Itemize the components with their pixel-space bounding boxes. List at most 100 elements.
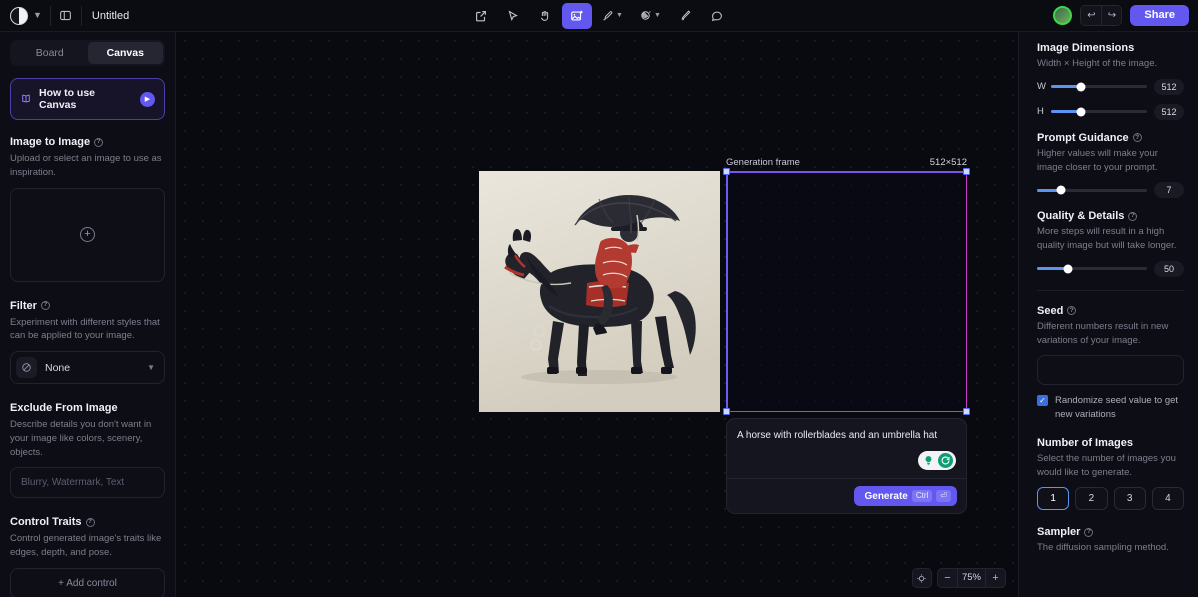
randomize-seed-label: Randomize seed value to get new variatio…	[1055, 395, 1179, 420]
chevron-down-icon: ▼	[616, 12, 623, 19]
app-menu-button[interactable]: ▼	[0, 0, 50, 31]
resize-handle-top-right[interactable]	[963, 168, 970, 175]
prompt-guidance-title: Prompt Guidance ?	[1037, 132, 1184, 144]
prompt-guidance-slider[interactable]	[1037, 185, 1147, 195]
how-to-use-canvas-banner[interactable]: How to use Canvas ▶	[10, 78, 165, 120]
info-icon-sampler[interactable]: ?	[1084, 527, 1094, 537]
history-controls: ↩ ↪	[1080, 5, 1123, 26]
width-slider-row: W 512	[1037, 78, 1184, 95]
eraser-fill-icon[interactable]: ▼	[632, 3, 668, 29]
top-bar-right: ↩ ↪ Share	[1053, 0, 1198, 31]
refresh-icon[interactable]	[938, 453, 953, 468]
tab-board[interactable]: Board	[12, 42, 88, 64]
zoom-out-button[interactable]: −	[938, 569, 957, 587]
canvas-workspace[interactable]: Generation frame 512×512 A horse with ro…	[176, 32, 1018, 597]
tab-canvas[interactable]: Canvas	[87, 42, 163, 64]
info-icon-quality[interactable]: ?	[1128, 211, 1138, 221]
check-icon[interactable]: ✓	[1037, 395, 1048, 407]
quality-details-title: Quality & Details ?	[1037, 210, 1184, 222]
resize-handle-bottom-right[interactable]	[963, 408, 970, 415]
seed-label: Seed	[1037, 304, 1064, 317]
width-value[interactable]: 512	[1154, 78, 1184, 95]
panel-toggle-icon[interactable]	[51, 0, 81, 32]
cursor-select-icon[interactable]	[498, 3, 528, 29]
generated-artwork[interactable]	[479, 171, 720, 412]
prompt-assist-pill	[918, 451, 956, 470]
avatar[interactable]	[1053, 6, 1073, 25]
top-bar-left: ▼ Untitled	[0, 0, 139, 31]
images-option-3[interactable]: 3	[1113, 487, 1146, 511]
add-control-button[interactable]: + Add control	[10, 567, 165, 597]
exclude-title: Exclude From Image	[10, 402, 165, 414]
height-value[interactable]: 512	[1154, 103, 1184, 120]
share-export-icon[interactable]	[466, 3, 496, 29]
info-icon-seed[interactable]: ?	[1067, 306, 1077, 316]
seed-input[interactable]	[1037, 355, 1184, 386]
quality-value[interactable]: 50	[1154, 260, 1184, 277]
info-icon-guidance[interactable]: ?	[1132, 133, 1142, 143]
zoom-stepper: − 75% +	[936, 568, 1006, 588]
redo-icon[interactable]: ↪	[1101, 6, 1122, 25]
number-of-images-label: Number of Images	[1037, 436, 1133, 449]
generate-button[interactable]: Generate Ctrl ⏎	[854, 486, 957, 506]
images-option-1[interactable]: 1	[1037, 487, 1070, 511]
resize-handle-top-left[interactable]	[723, 168, 730, 175]
filter-title: Filter ?	[10, 300, 165, 312]
prompt-input[interactable]: A horse with rollerblades and an umbrell…	[727, 419, 966, 445]
document-title[interactable]: Untitled	[82, 10, 139, 22]
filter-select[interactable]: None ▼	[10, 351, 165, 385]
resize-handle-bottom-left[interactable]	[723, 408, 730, 415]
comment-icon[interactable]	[702, 3, 732, 29]
exclude-label: Exclude From Image	[10, 402, 118, 415]
image-to-image-title: Image to Image ?	[10, 136, 165, 148]
width-slider[interactable]	[1051, 82, 1147, 92]
image-upload-dropzone[interactable]: +	[10, 187, 165, 282]
book-icon	[20, 93, 32, 105]
app-body: Board Canvas How to use Canvas ▶ Image t…	[0, 32, 1198, 597]
images-option-4[interactable]: 4	[1151, 487, 1184, 511]
prompt-guidance-value[interactable]: 7	[1154, 182, 1184, 199]
right-settings-panel: Image Dimensions Width × Height of the i…	[1018, 32, 1198, 597]
height-slider[interactable]	[1051, 107, 1147, 117]
filter-selected-value: None	[45, 361, 71, 374]
brush-icon[interactable]: ▼	[594, 3, 630, 29]
quality-slider-row: 50	[1037, 260, 1184, 277]
generate-label: Generate	[864, 490, 908, 502]
images-option-2[interactable]: 2	[1075, 487, 1108, 511]
quality-details-description: More steps will result in a high quality…	[1037, 226, 1177, 252]
seed-title: Seed ?	[1037, 305, 1184, 317]
width-label: W	[1037, 81, 1046, 93]
prompt-guidance-label: Prompt Guidance	[1037, 131, 1129, 144]
lightbulb-icon[interactable]	[921, 453, 936, 468]
chevron-down-icon: ▼	[33, 10, 42, 20]
undo-icon[interactable]: ↩	[1081, 6, 1102, 25]
settings-divider	[1037, 289, 1184, 291]
prompt-guidance-description: Higher values will make your image close…	[1037, 147, 1158, 173]
randomize-seed-row[interactable]: ✓ Randomize seed value to get new variat…	[1037, 394, 1184, 421]
exclude-input[interactable]: Blurry, Watermark, Text	[10, 467, 165, 499]
hand-pan-icon[interactable]	[530, 3, 560, 29]
prompt-guidance-slider-row: 7	[1037, 182, 1184, 199]
quality-slider[interactable]	[1037, 264, 1147, 274]
prompt-card: A horse with rollerblades and an umbrell…	[726, 418, 967, 514]
info-icon[interactable]: ?	[94, 137, 104, 147]
top-bar: ▼ Untitled ▼ ▼ ↩ ↪ Share	[0, 0, 1198, 32]
pen-icon[interactable]	[670, 3, 700, 29]
filter-description: Experiment with different styles that ca…	[10, 316, 160, 342]
generation-frame[interactable]	[723, 168, 970, 415]
image-generate-icon[interactable]	[562, 2, 592, 29]
exclude-description: Describe details you don't want in your …	[10, 419, 152, 458]
no-filter-icon	[16, 357, 37, 379]
plus-circle-icon: +	[80, 227, 95, 243]
share-button[interactable]: Share	[1130, 5, 1189, 26]
height-slider-row: H 512	[1037, 103, 1184, 120]
sampler-label: Sampler	[1037, 526, 1081, 539]
filter-label: Filter	[10, 299, 37, 312]
fit-to-screen-icon[interactable]	[911, 568, 932, 588]
play-icon[interactable]: ▶	[140, 91, 155, 107]
zoom-level-value[interactable]: 75%	[956, 569, 986, 587]
chevron-down-icon-2: ▼	[654, 12, 661, 19]
info-icon-control[interactable]: ?	[85, 517, 95, 527]
zoom-in-button[interactable]: +	[986, 569, 1005, 587]
info-icon-filter[interactable]: ?	[40, 301, 50, 311]
